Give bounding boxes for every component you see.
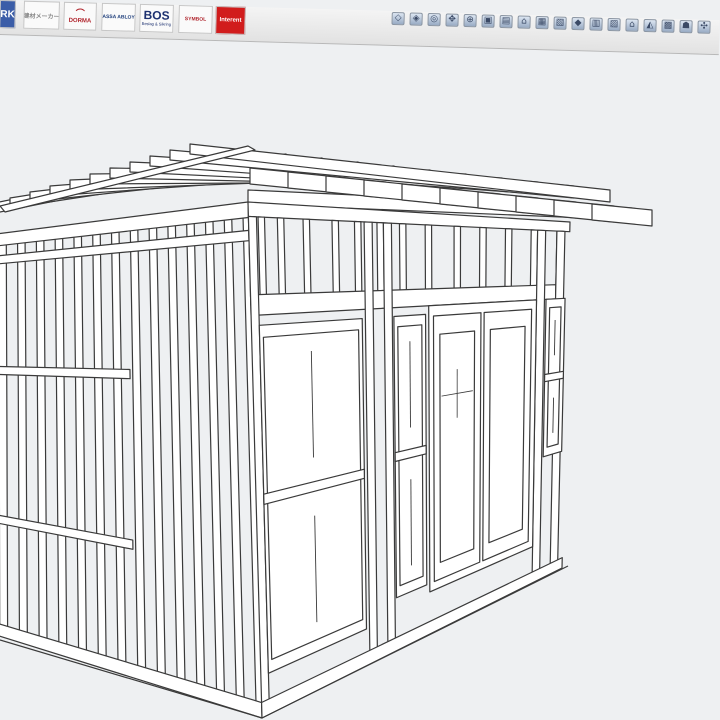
tools-icon[interactable]: ✣ — [697, 20, 711, 34]
rk-label: RK — [0, 8, 15, 20]
house-icon[interactable]: ⌂ — [517, 15, 531, 29]
roof-icon[interactable]: ◭ — [643, 18, 657, 33]
side-wall-stud — [16, 237, 28, 638]
orbit-icon[interactable]: ◎ — [427, 12, 441, 27]
select-icon[interactable]: ◇ — [391, 11, 405, 26]
jp-brand-button[interactable]: 建材メーカー — [23, 0, 60, 30]
front-wall-cripple-stud — [331, 219, 341, 303]
symbol-brand-button[interactable]: SYMBOL — [178, 4, 213, 34]
interent-brand-button[interactable]: Interent — [215, 6, 246, 35]
bos-label: BOS — [143, 8, 170, 23]
door-glass-right — [488, 325, 526, 544]
wall-icon[interactable]: ▩ — [661, 19, 675, 33]
front-wall-cripple-stud — [302, 218, 312, 304]
front-wall-cripple-stud — [257, 216, 268, 306]
interent-label: Interent — [219, 17, 242, 24]
dorma-logo-icon: ⌒ — [75, 7, 85, 18]
front-wall-cripple-stud — [478, 226, 487, 296]
assa-abloy-label: ASSA ABLOY — [102, 13, 135, 21]
assa-abloy-brand-button[interactable]: ASSA ABLOY — [101, 2, 136, 32]
zoom-icon[interactable]: ⊕ — [463, 13, 477, 28]
warehouse-icon[interactable]: ▥ — [589, 17, 603, 31]
front-wall-cripple-stud — [453, 225, 462, 297]
rk-brand-button[interactable]: RK — [0, 0, 16, 29]
jp-label: 建材メーカー — [23, 13, 60, 21]
front-wall-cripple-stud — [504, 228, 513, 295]
side-wall-stud — [185, 218, 206, 691]
symbol-label: SYMBOL — [184, 16, 207, 23]
front-wall-king-stud — [382, 222, 397, 647]
bos-brand-button[interactable]: BOS Beslag & Sikring — [139, 3, 174, 33]
dorma-brand-button[interactable]: ⌒ DORMA — [63, 1, 97, 31]
front-wall-cripple-stud — [398, 223, 408, 300]
tile-icon[interactable]: ▦ — [535, 15, 549, 30]
side-wall-stud — [129, 224, 147, 674]
home-icon[interactable]: ⌂ — [625, 18, 639, 32]
side-wall-stud — [110, 226, 127, 668]
side-wall-stud — [167, 220, 186, 686]
side-wall-stud — [0, 240, 9, 632]
side-wall-stud — [35, 235, 48, 644]
front-wall-cripple-stud — [424, 224, 433, 299]
side-wall-stud — [204, 215, 226, 697]
cube-icon[interactable]: ▧ — [553, 16, 567, 30]
side-wall-stud — [223, 213, 245, 703]
window-center-hinge-arrow — [409, 341, 411, 428]
camera-icon[interactable]: ◈ — [409, 12, 423, 26]
dorma-label: DORMA — [68, 17, 92, 25]
roof-joist-end — [591, 203, 653, 227]
window-center-hinge-arrow — [410, 479, 412, 566]
side-wall-stud — [148, 222, 166, 680]
timber-frame-model — [0, 143, 653, 719]
side-wall-stud — [73, 231, 88, 656]
pan-icon[interactable]: ✥ — [445, 13, 459, 27]
side-wall-stud — [92, 229, 107, 662]
front-wall-cripple-stud — [276, 217, 287, 305]
walker-icon[interactable]: ☗ — [679, 19, 693, 34]
side-wall-stud — [54, 233, 68, 650]
front-wall-cripple-stud — [353, 220, 363, 302]
door-glass-left — [439, 330, 476, 563]
section-icon[interactable]: ▨ — [607, 17, 621, 32]
paint-icon[interactable]: ◆ — [571, 16, 585, 31]
component-icon[interactable]: ▣ — [481, 14, 495, 28]
model-viewport[interactable] — [0, 0, 720, 720]
bos-sublabel: Beslag & Sikring — [141, 20, 172, 27]
layer-icon[interactable]: ▤ — [499, 14, 513, 29]
